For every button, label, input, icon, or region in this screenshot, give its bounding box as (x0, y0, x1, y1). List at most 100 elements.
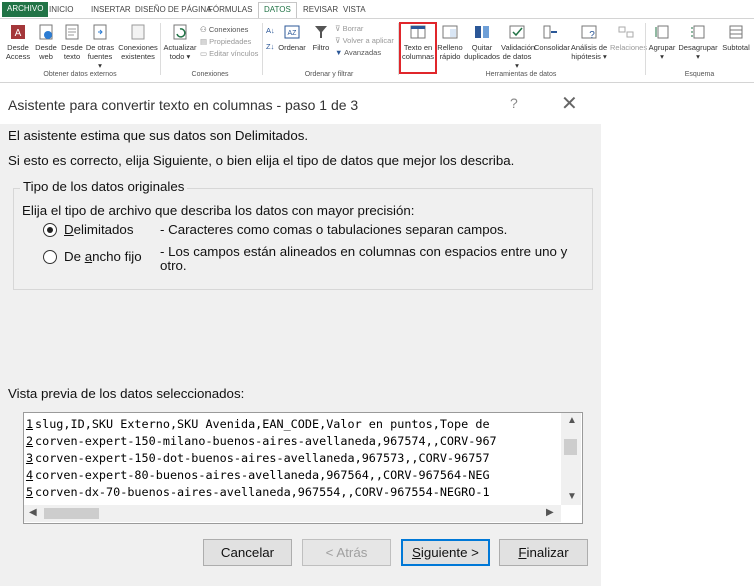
tab-inicio[interactable]: INICIO (44, 3, 78, 17)
sort-za-button[interactable]: Z↓ (266, 41, 274, 52)
filter-funnel-icon (315, 26, 327, 38)
sort-az-button[interactable]: A↓ (266, 25, 275, 36)
scroll-down-icon[interactable]: ▼ (567, 491, 577, 502)
tab-vista[interactable]: VISTA (338, 3, 371, 17)
fixed-width-radio[interactable] (43, 250, 57, 264)
advanced-filter-button[interactable]: ▼ Avanzadas (335, 47, 381, 58)
remove-duplicates-button[interactable]: Quitar duplicados (464, 23, 500, 61)
reapply-icon: ⊽ (335, 36, 343, 45)
from-text-button[interactable]: Desde texto (59, 23, 85, 61)
group-divider (645, 23, 646, 75)
tab-insertar[interactable]: INSERTAR (86, 3, 136, 17)
other-sources-button[interactable]: De otras fuentes ▾ (85, 23, 115, 70)
vertical-scroll-thumb[interactable] (564, 439, 577, 455)
svg-text:?: ? (589, 30, 595, 41)
other-sources-icon (93, 24, 107, 40)
group-button[interactable]: Agrupar ▾ (647, 23, 677, 61)
from-access-button[interactable]: A Desde Access (3, 23, 33, 61)
scroll-right-icon[interactable]: ▶ (546, 507, 554, 518)
flash-fill-button[interactable]: Relleno rápido (437, 23, 463, 61)
tab-formulas[interactable]: FÓRMULAS (203, 3, 257, 17)
ungroup-icon (691, 25, 705, 39)
group-label-sort-filter: Ordenar y filtrar (304, 71, 354, 78)
dialog-title: Asistente para convertir texto en column… (8, 97, 359, 113)
wizard-instruction-text: Si esto es correcto, elija Siguiente, o … (8, 153, 515, 168)
sort-icon: AZ (284, 25, 300, 39)
existing-connections-icon (131, 24, 145, 40)
filter-button[interactable]: Filtro (309, 23, 333, 52)
ribbon-tab-bar: ARCHIVO INICIO INSERTAR DISEÑO DE PÁGINA… (0, 0, 754, 19)
properties-button[interactable]: ▤ Propiedades (200, 36, 251, 47)
fixed-width-label[interactable]: De ancho fijo (64, 249, 142, 264)
from-web-button[interactable]: Desde web (33, 23, 59, 61)
delimited-radio[interactable] (43, 223, 57, 237)
ungroup-button[interactable]: Desagrupar ▾ (678, 23, 718, 61)
dialog-titlebar: Asistente para convertir texto en column… (0, 86, 601, 124)
preview-horizontal-scrollbar[interactable]: ◀ ▶ (24, 505, 561, 522)
relationships-button[interactable]: Relaciones (610, 23, 647, 52)
group-divider (262, 23, 263, 75)
advanced-filter-icon: ▼ (335, 48, 345, 57)
relationships-icon (618, 26, 634, 38)
scroll-left-icon[interactable]: ◀ (29, 507, 37, 518)
reapply-button[interactable]: ⊽ Volver a aplicar (335, 35, 394, 46)
ribbon-groups: A Desde Access Desde web Desde texto De otr… (0, 18, 754, 83)
edit-links-button[interactable]: ▭ Editar vínculos (200, 48, 258, 59)
data-validation-icon (509, 25, 525, 39)
svg-text:A: A (15, 28, 22, 39)
access-icon: A (11, 25, 25, 39)
data-validation-button[interactable]: Validación de datos ▾ (501, 23, 535, 70)
preview-vertical-scrollbar[interactable]: ▲ ▼ (561, 413, 581, 505)
edit-links-icon: ▭ (200, 49, 210, 58)
next-button[interactable]: Siguiente > (401, 539, 490, 566)
delimited-label[interactable]: Delimitados (64, 222, 133, 237)
group-label-external: Obtener datos externos (43, 71, 117, 78)
data-type-group-title: Tipo de los datos originales (20, 179, 188, 194)
group-label-outline: Esquema (684, 71, 715, 78)
help-button[interactable]: ? (510, 95, 518, 111)
group-icon (655, 25, 669, 39)
tab-revisar[interactable]: REVISAR (298, 3, 343, 17)
refresh-all-button[interactable]: Actualizar todo ▾ (162, 23, 198, 61)
preview-row: 2 corven-expert-150-milano-buenos-aires-a… (25, 434, 497, 448)
flash-fill-icon (442, 25, 458, 39)
subtotal-button[interactable]: Subtotal (719, 23, 753, 52)
preview-row: 4 corven-expert-80-buenos-aires-avellaned… (25, 468, 490, 482)
sort-button[interactable]: AZ Ordenar (278, 23, 306, 52)
existing-connections-button[interactable]: Conexiones existentes (117, 23, 159, 61)
excel-ribbon: ARCHIVO INICIO INSERTAR DISEÑO DE PÁGINA… (0, 0, 754, 83)
group-divider (160, 23, 161, 75)
connections-button[interactable]: ⚇ Conexiones (200, 24, 248, 35)
group-label-connections: Conexiones (191, 71, 229, 78)
connections-icon: ⚇ (200, 25, 209, 34)
wizard-estimate-text: El asistente estima que sus datos son De… (8, 128, 309, 143)
data-type-prompt: Elija el tipo de archivo que describa lo… (22, 203, 415, 218)
tab-datos[interactable]: DATOS (258, 2, 297, 19)
scroll-up-icon[interactable]: ▲ (567, 415, 577, 426)
preview-rows: 1 slug,ID,SKU Externo,SKU Avenida,EAN_COD… (24, 413, 559, 505)
preview-row: 1 slug,ID,SKU Externo,SKU Avenida,EAN_COD… (25, 417, 490, 431)
what-if-analysis-button[interactable]: ? Análisis de hipótesis ▾ (569, 23, 609, 61)
clear-filter-icon: ⊽ (335, 24, 343, 33)
properties-icon: ▤ (200, 37, 210, 46)
tab-archivo[interactable]: ARCHIVO (2, 2, 49, 17)
cancel-button[interactable]: Cancelar (203, 539, 292, 566)
consolidate-button[interactable]: Consolidar (534, 23, 570, 52)
remove-duplicates-icon (475, 26, 489, 38)
back-button[interactable]: < Atrás (302, 539, 391, 566)
preview-label: Vista previa de los datos seleccionados: (8, 386, 245, 401)
clear-filter-button[interactable]: ⊽ Borrar (335, 23, 363, 34)
horizontal-scroll-thumb[interactable] (44, 508, 99, 519)
svg-text:AZ: AZ (288, 30, 298, 37)
preview-row: 3 corven-expert-150-dot-buenos-aires-avel… (25, 451, 490, 465)
highlight-box (399, 22, 437, 74)
what-if-icon: ? (581, 25, 597, 41)
subtotal-icon (729, 25, 743, 39)
finish-button[interactable]: Finalizar (499, 539, 588, 566)
refresh-icon (173, 24, 187, 40)
web-icon (39, 24, 53, 40)
preview-row: 5 corven-dx-70-buenos-aires-avellaneda,96… (25, 485, 490, 499)
close-icon[interactable]: ✕ (561, 91, 578, 116)
text-file-icon (65, 24, 79, 40)
data-preview-box[interactable]: 1 slug,ID,SKU Externo,SKU Avenida,EAN_COD… (23, 412, 583, 524)
